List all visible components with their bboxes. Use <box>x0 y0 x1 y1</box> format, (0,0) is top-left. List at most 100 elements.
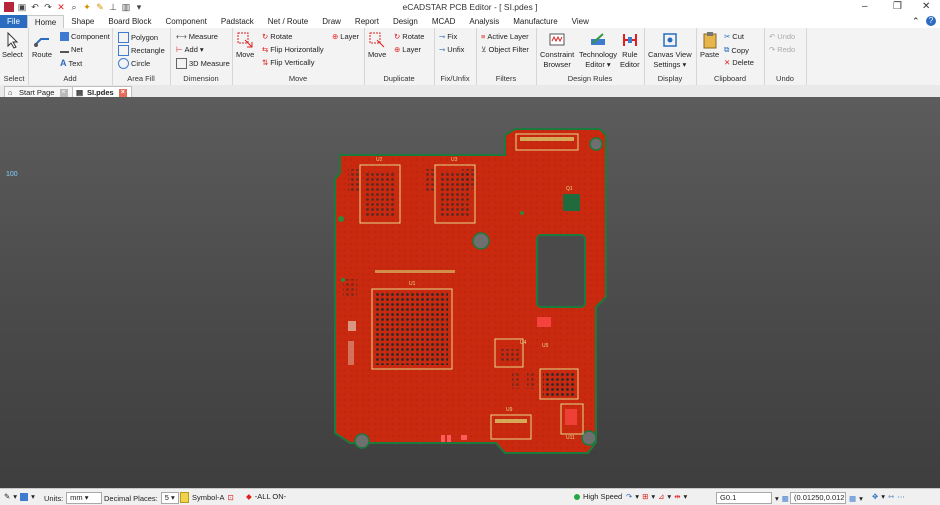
more-tools-icon[interactable]: ⋯ <box>897 492 905 501</box>
pad-array <box>348 321 356 331</box>
panel-icon <box>20 492 29 501</box>
refdes-u11: U11 <box>566 435 575 441</box>
group-area-fill: Polygon Rectangle Circle Area Fill <box>112 28 171 85</box>
move-button[interactable]: Move <box>236 31 254 59</box>
menu-design[interactable]: Design <box>386 15 425 28</box>
delete-x-icon: ✕ <box>724 58 731 67</box>
rectangle-button[interactable]: Rectangle <box>118 45 165 56</box>
bga-array <box>376 293 448 365</box>
group-filters-label: Filters <box>495 74 517 83</box>
group-display: Canvas View Settings ▾ Display <box>644 28 697 85</box>
delete-button[interactable]: ✕ Delete <box>724 58 754 67</box>
menu-padstack[interactable]: Padstack <box>214 15 261 28</box>
menu-board-block[interactable]: Board Block <box>101 15 158 28</box>
units-select[interactable]: mm ▾ <box>66 492 103 504</box>
paste-button[interactable]: Paste <box>700 31 719 59</box>
measure-button[interactable]: ⟷ Measure <box>176 32 218 41</box>
route-button[interactable]: Route <box>32 31 52 59</box>
duplicate-move-button[interactable]: Move <box>368 31 386 59</box>
group-filters: ≡ Active Layer ⊻ Object Filter Filters <box>476 28 537 85</box>
coordinate-field[interactable]: (0.01250,0.012 <box>790 492 846 504</box>
menu-mcad[interactable]: MCAD <box>425 15 463 28</box>
close-icon[interactable]: × <box>118 89 127 98</box>
restore-button[interactable]: ❐ <box>893 1 902 12</box>
active-layer-button[interactable]: ≡ Active Layer <box>481 32 529 41</box>
group-move-label: Move <box>288 74 308 83</box>
chevron-down-icon: ▾ <box>683 492 688 501</box>
layer-all-label: -ALL ON- <box>254 492 287 501</box>
minimize-button[interactable]: – <box>862 1 868 12</box>
dimension-add-button[interactable]: ⊢ Add ▾ <box>176 45 204 54</box>
close-icon[interactable]: × <box>59 89 68 98</box>
redo-button[interactable]: ↷ Redo <box>769 45 795 54</box>
status-bar: ✎ ▾ ▾ Units: mm ▾ Decimal Places: 5 ▾ Sym… <box>0 488 940 505</box>
layout-toggle[interactable]: ✎ ▾ ▾ <box>4 492 35 501</box>
tab-start-page-label: Start Page <box>19 88 55 97</box>
pcb-board[interactable]: U2 U3 Q1 U1 U4 U5 U9 U11 <box>0 97 940 488</box>
layer-visibility-control[interactable]: ◆ -ALL ON- <box>246 492 286 501</box>
duplicate-rotate-button[interactable]: ↻ Rotate <box>394 32 424 41</box>
close-button[interactable]: ✕ <box>922 1 930 12</box>
flip-vertically-button[interactable]: ⇅ Flip Vertically <box>262 58 314 67</box>
pan-icon[interactable]: ✥ <box>872 492 878 501</box>
component-icon <box>60 32 69 41</box>
help-icon[interactable]: ? <box>926 16 936 26</box>
net-label: Net <box>71 45 83 54</box>
unfix-button[interactable]: ⊸ Unfix <box>439 45 464 54</box>
cursor-icon <box>7 31 19 49</box>
menu-file[interactable]: File <box>0 15 27 28</box>
object-filter-button[interactable]: ⊻ Object Filter <box>481 45 529 54</box>
rule-editor-button[interactable]: Rule Editor <box>620 31 640 69</box>
menu-net-route[interactable]: Net / Route <box>261 15 315 28</box>
menu-manufacture[interactable]: Manufacture <box>506 15 564 28</box>
group-fix-unfix: ⊸ Fix ⊸ Unfix Fix/Unfix <box>434 28 477 85</box>
technology-editor-button[interactable]: Technology Editor ▾ <box>579 31 617 69</box>
menu-report[interactable]: Report <box>348 15 386 28</box>
fix-button[interactable]: ⊸ Fix <box>439 32 457 41</box>
dimension-add-icon: ⊢ <box>176 45 183 54</box>
coordinate-icon[interactable]: ▦ <box>849 494 856 503</box>
rotate-button[interactable]: ↻ Rotate <box>262 32 292 41</box>
coordinate-value: (0.01250,0.012 <box>794 493 845 502</box>
canvas-view-settings-button[interactable]: Canvas View Settings ▾ <box>648 31 692 69</box>
undo-label: Undo <box>777 32 796 41</box>
component-q1[interactable] <box>563 194 580 211</box>
undo-button[interactable]: ↶ Undo <box>769 32 795 41</box>
test-point <box>341 278 345 282</box>
flip-horizontally-button[interactable]: ⇆ Flip Horizontally <box>262 45 324 54</box>
polygon-button[interactable]: Polygon <box>118 32 158 43</box>
constraint-browser-button[interactable]: Constraint Browser <box>540 31 574 69</box>
menu-draw[interactable]: Draw <box>315 15 348 28</box>
grid-settings-icon[interactable]: ▦ <box>782 494 789 503</box>
menu-component[interactable]: Component <box>159 15 214 28</box>
move-icon <box>237 32 253 48</box>
speed-indicator: High Speed <box>574 492 622 501</box>
grid-select[interactable]: G0.1 <box>716 492 772 504</box>
menu-home[interactable]: Home <box>26 15 65 28</box>
route-mode-control[interactable]: ↷ ▾ ⊞ ▾ ⊿ ▾ ⇹ ▾ <box>626 492 687 501</box>
group-design-rules-label: Design Rules <box>567 74 613 83</box>
move-layer-button[interactable]: ⊕ Layer <box>332 32 359 41</box>
pcb-canvas[interactable]: 100 U2 U3 Q1 U1 U4 U5 U9 U11 <box>0 97 940 488</box>
add-net-button[interactable]: Net <box>60 45 83 54</box>
rotate-icon: ↻ <box>262 32 269 41</box>
add-component-button[interactable]: Component <box>60 32 110 41</box>
circle-button[interactable]: Circle <box>118 58 150 69</box>
menu-view[interactable]: View <box>565 15 596 28</box>
duplicate-layer-button[interactable]: ⊕ Layer <box>394 45 421 54</box>
align-icon[interactable]: ⇿ <box>888 492 894 501</box>
menu-analysis[interactable]: Analysis <box>462 15 506 28</box>
copy-button[interactable]: ⧉ Copy <box>724 45 749 55</box>
menu-shape[interactable]: Shape <box>64 15 101 28</box>
symbol-control[interactable]: Symbol-A ⊡ <box>180 492 234 503</box>
active-layer-label: Active Layer <box>487 32 529 41</box>
snap-icon: ⊞ <box>642 492 649 501</box>
ribbon-collapse-icon[interactable]: ⌃ <box>912 16 920 27</box>
refdes-u3: U3 <box>451 157 458 163</box>
add-text-button[interactable]: A Text <box>60 58 82 68</box>
select-button[interactable]: Select <box>2 31 23 59</box>
grid-dropdown-icon[interactable]: ▾ <box>775 494 779 503</box>
cut-button[interactable]: ✂ Cut <box>724 32 744 41</box>
decimal-places-select[interactable]: 5 ▾ <box>160 492 179 504</box>
measure-3d-button[interactable]: 3D Measure <box>176 58 230 69</box>
